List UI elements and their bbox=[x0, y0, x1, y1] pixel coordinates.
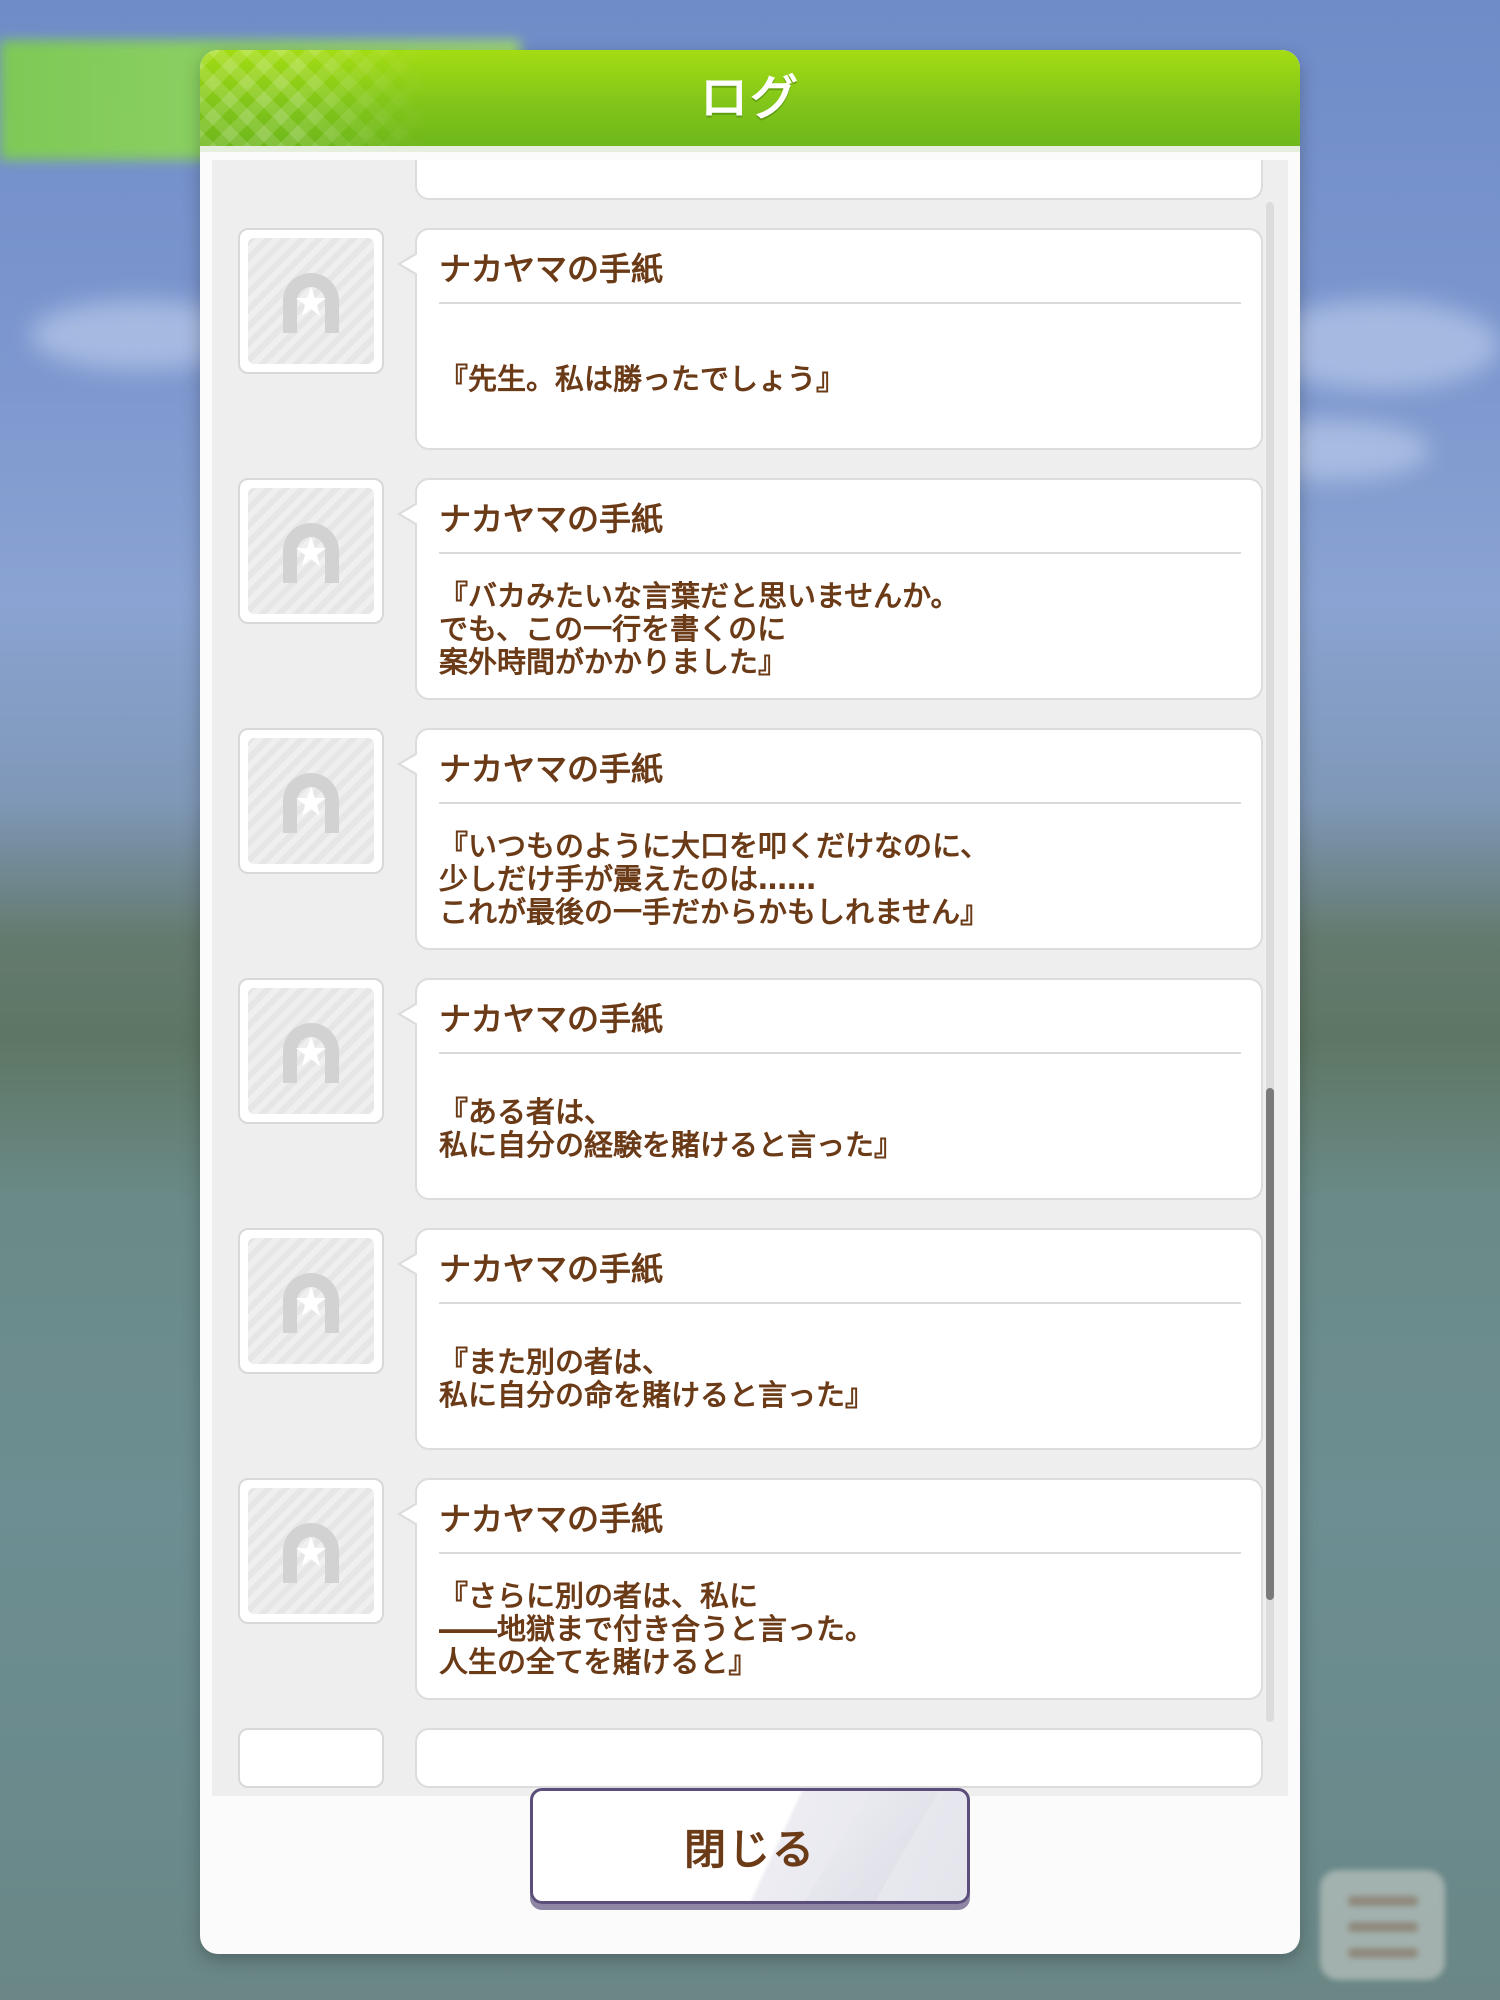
log-message: 『いつものように大口を叩くだけなのに、 少しだけ手が震えたのは…… これが最後の… bbox=[439, 828, 990, 929]
header-divider bbox=[200, 146, 1300, 152]
speaker-avatar bbox=[238, 1228, 384, 1374]
partial-speaker-avatar bbox=[238, 1728, 384, 1788]
log-message: 『ある者は、 私に自分の経験を賭けると言った』 bbox=[439, 1095, 904, 1162]
horseshoe-star-icon bbox=[283, 1523, 339, 1583]
log-bubble: ナカヤマの手紙 『ある者は、 私に自分の経験を賭けると言った』 bbox=[397, 978, 1263, 1200]
bubble-divider bbox=[439, 552, 1241, 554]
close-button[interactable]: 閉じる bbox=[530, 1788, 970, 1904]
menu-icon bbox=[1320, 1870, 1445, 1980]
log-message: 『バカみたいな言葉だと思いませんか。 でも、この一行を書くのに 案外時間がかかり… bbox=[439, 578, 960, 679]
horseshoe-star-icon bbox=[283, 773, 339, 833]
speaker-name: ナカヤマの手紙 bbox=[439, 1500, 664, 1538]
bubble-divider bbox=[439, 802, 1241, 804]
speaker-name: ナカヤマの手紙 bbox=[439, 1250, 664, 1288]
log-bubble: ナカヤマの手紙 『いつものように大口を叩くだけなのに、 少しだけ手が震えたのは…… bbox=[397, 728, 1263, 950]
horseshoe-star-icon bbox=[283, 273, 339, 333]
speaker-avatar bbox=[238, 1478, 384, 1624]
partial-log-bubble bbox=[415, 160, 1263, 200]
dialog-title: ログ bbox=[699, 70, 800, 126]
log-message: 『また別の者は、 私に自分の命を賭けると言った』 bbox=[439, 1345, 875, 1412]
log-dialog: ログ ナカヤマの手紙 『先生。私は勝ったでしょう』 ナカヤマの手紙 『バカみたい… bbox=[200, 50, 1300, 1954]
speaker-avatar bbox=[238, 228, 384, 374]
log-bubble: ナカヤマの手紙 『先生。私は勝ったでしょう』 bbox=[397, 228, 1263, 450]
speaker-name: ナカヤマの手紙 bbox=[439, 500, 664, 538]
log-list[interactable]: ナカヤマの手紙 『先生。私は勝ったでしょう』 ナカヤマの手紙 『バカみたいな言葉… bbox=[212, 160, 1288, 1796]
speaker-name: ナカヤマの手紙 bbox=[439, 250, 664, 288]
log-bubble: ナカヤマの手紙 『バカみたいな言葉だと思いませんか。 でも、この一行を書くのに … bbox=[397, 478, 1263, 700]
close-button-label: 閉じる bbox=[683, 1824, 816, 1874]
partial-log-bubble bbox=[415, 1728, 1263, 1788]
bubble-divider bbox=[439, 1052, 1241, 1054]
scrollbar-thumb[interactable] bbox=[1266, 1088, 1274, 1600]
log-bubble: ナカヤマの手紙 『さらに別の者は、私に ――地獄まで付き合うと言った。 人生の全… bbox=[397, 1478, 1263, 1700]
horseshoe-star-icon bbox=[283, 1273, 339, 1333]
horseshoe-star-icon bbox=[283, 523, 339, 583]
speaker-name: ナカヤマの手紙 bbox=[439, 750, 664, 788]
horseshoe-star-icon bbox=[283, 1023, 339, 1083]
bubble-divider bbox=[439, 302, 1241, 304]
log-message: 『さらに別の者は、私に ――地獄まで付き合うと言った。 人生の全てを賭けると』 bbox=[439, 1578, 875, 1679]
speaker-avatar bbox=[238, 478, 384, 624]
dialog-header: ログ bbox=[200, 50, 1300, 146]
log-bubble: ナカヤマの手紙 『また別の者は、 私に自分の命を賭けると言った』 bbox=[397, 1228, 1263, 1450]
speaker-avatar bbox=[238, 978, 384, 1124]
log-message: 『先生。私は勝ったでしょう』 bbox=[439, 361, 846, 396]
speaker-avatar bbox=[238, 728, 384, 874]
speaker-name: ナカヤマの手紙 bbox=[439, 1000, 664, 1038]
bubble-divider bbox=[439, 1552, 1241, 1554]
bubble-divider bbox=[439, 1302, 1241, 1304]
